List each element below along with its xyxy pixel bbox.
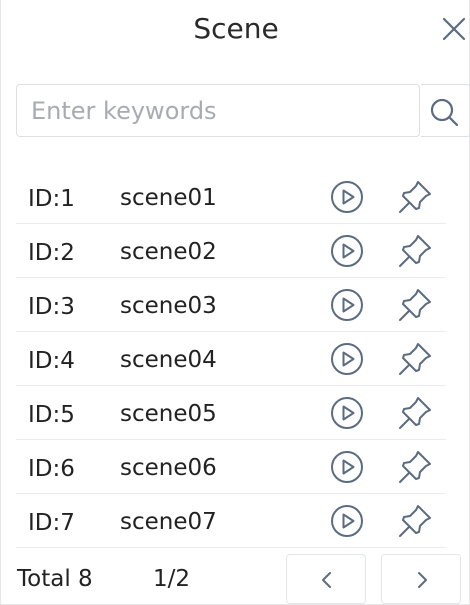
chevron-right-icon — [418, 572, 427, 588]
scene-row[interactable]: ID:6 scene06 — [16, 440, 446, 494]
play-circle-icon — [331, 505, 363, 537]
play-scene-button[interactable] — [330, 504, 364, 538]
play-scene-button[interactable] — [330, 180, 364, 214]
pagination: Total 8 1/2 — [1, 550, 470, 605]
play-scene-button[interactable] — [330, 396, 364, 430]
chevron-left-icon — [322, 572, 331, 588]
pin-icon — [399, 235, 431, 267]
prev-page-button[interactable] — [286, 554, 366, 604]
scene-row[interactable]: ID:3 scene03 — [16, 278, 446, 332]
pin-scene-button[interactable] — [396, 394, 434, 432]
play-circle-icon — [331, 181, 363, 213]
play-circle-icon — [331, 289, 363, 321]
scene-id: ID:7 — [28, 510, 75, 536]
play-scene-button[interactable] — [330, 234, 364, 268]
search-button[interactable] — [421, 84, 470, 137]
play-scene-button[interactable] — [330, 450, 364, 484]
pin-icon — [399, 181, 431, 213]
pin-scene-button[interactable] — [396, 448, 434, 486]
play-scene-button[interactable] — [330, 342, 364, 376]
dialog-title: Scene — [193, 12, 279, 45]
close-icon — [442, 17, 466, 41]
search-input[interactable] — [17, 85, 419, 136]
pin-scene-button[interactable] — [396, 178, 434, 216]
scene-row[interactable]: ID:2 scene02 — [16, 224, 446, 278]
scene-dialog: Scene ID:1scene01ID:2scene02ID:3scene03I… — [0, 0, 470, 605]
page-indicator: 1/2 — [153, 566, 191, 592]
scene-name: scene02 — [120, 239, 217, 265]
close-button[interactable] — [439, 14, 469, 44]
scene-row[interactable]: ID:7 scene07 — [16, 494, 446, 548]
scene-id: ID:1 — [28, 186, 75, 212]
scene-row[interactable]: ID:5 scene05 — [16, 386, 446, 440]
search-box — [16, 84, 420, 137]
play-scene-button[interactable] — [330, 288, 364, 322]
pin-scene-button[interactable] — [396, 286, 434, 324]
play-circle-icon — [331, 397, 363, 429]
pin-icon — [399, 397, 431, 429]
next-page-button[interactable] — [381, 554, 461, 604]
scene-name: scene01 — [120, 185, 217, 211]
scene-id: ID:2 — [28, 240, 75, 266]
scene-list: ID:1 scene01 ID:2 scene02 ID:3 scene03 ID:4 sce… — [16, 170, 446, 548]
play-circle-icon — [331, 343, 363, 375]
scene-id: ID:6 — [28, 456, 75, 482]
scene-name: scene04 — [120, 347, 217, 373]
scene-id: ID:4 — [28, 348, 75, 374]
pin-icon — [399, 505, 431, 537]
scene-row[interactable]: ID:1 scene01 — [16, 170, 446, 224]
total-count: Total 8 — [17, 566, 93, 592]
pin-scene-button[interactable] — [396, 340, 434, 378]
scene-id: ID:3 — [28, 294, 75, 320]
scene-name: scene03 — [120, 293, 217, 319]
pin-icon — [399, 451, 431, 483]
play-circle-icon — [331, 451, 363, 483]
scene-name: scene05 — [120, 401, 217, 427]
dialog-header: Scene — [1, 0, 470, 64]
search-icon — [430, 98, 459, 127]
scene-id: ID:5 — [28, 402, 75, 428]
scene-name: scene07 — [120, 509, 217, 535]
scene-name: scene06 — [120, 455, 217, 481]
pin-scene-button[interactable] — [396, 232, 434, 270]
play-circle-icon — [331, 235, 363, 267]
pin-scene-button[interactable] — [396, 502, 434, 540]
pin-icon — [399, 289, 431, 321]
scene-row[interactable]: ID:4 scene04 — [16, 332, 446, 386]
pin-icon — [399, 343, 431, 375]
